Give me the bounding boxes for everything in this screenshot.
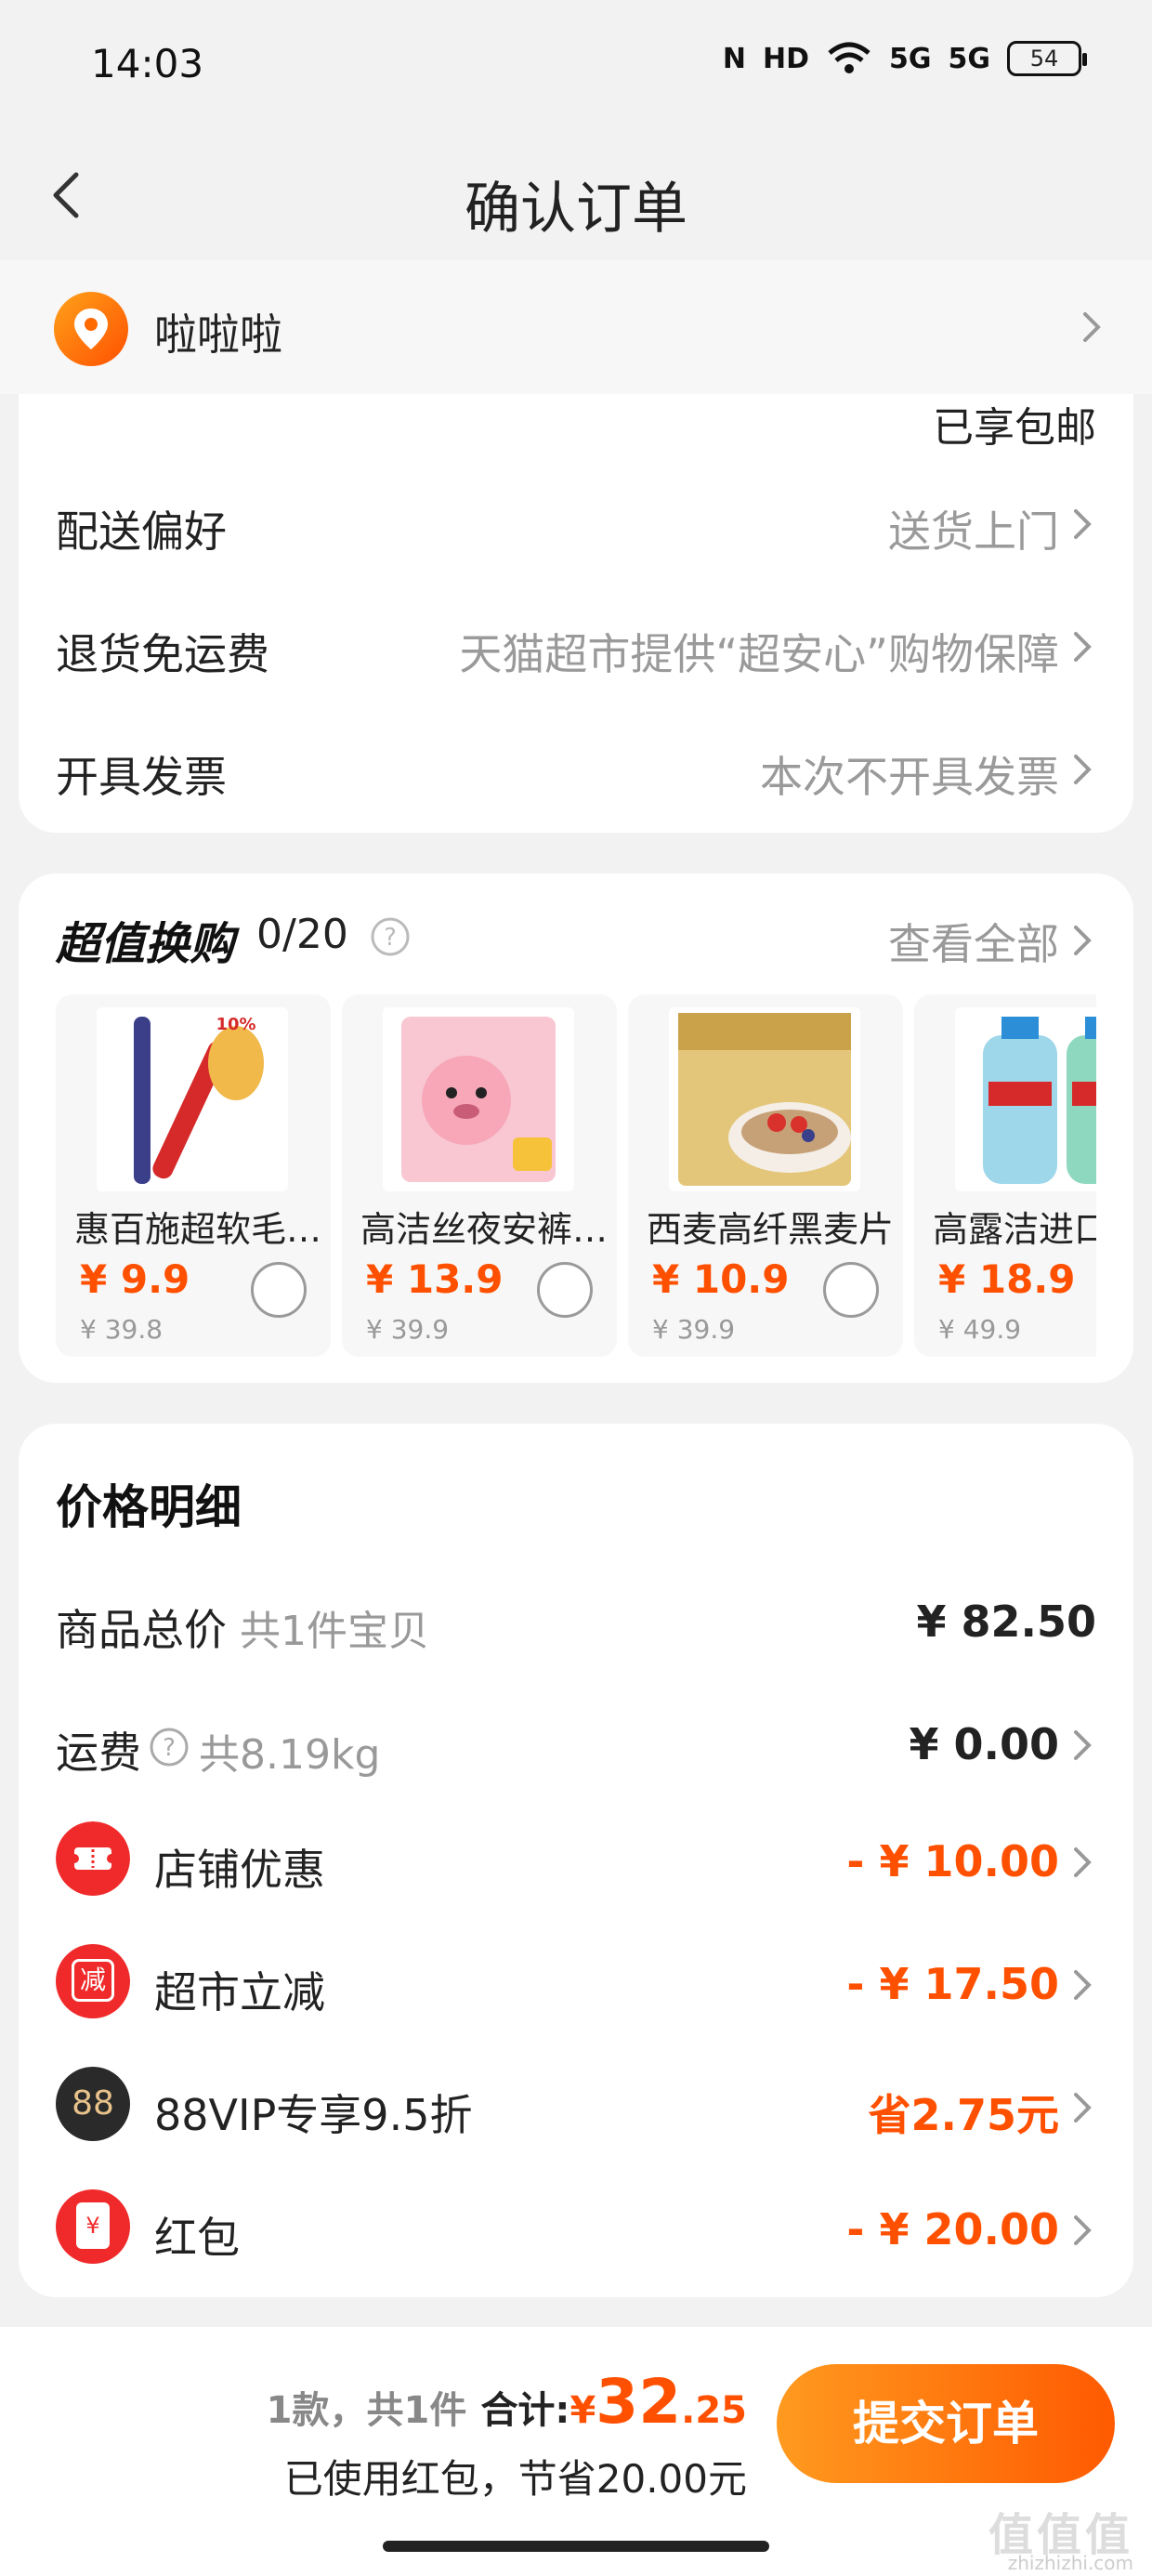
product-image: 10% [97, 1007, 288, 1191]
wifi-icon [828, 42, 871, 73]
total-integer: 32 [596, 2366, 682, 2438]
swap-product-list: 10% 惠百施超软毛牙刷 ¥ 9.9 ¥ 39.8 高洁丝夜安裤… ¥ 13.9… [56, 994, 1096, 1357]
discount-value: - ¥ 17.50 [846, 1959, 1059, 2009]
address-bar[interactable]: 啦啦啦 [0, 260, 1152, 394]
row-label: 开具发票 [56, 752, 227, 802]
discount-value: - ¥ 10.00 [846, 1836, 1059, 1886]
discount-label: 88VIP专享9.5折 [154, 2090, 473, 2140]
chevron-right-icon [1074, 755, 1092, 784]
free-shipping-note: 已享包邮 [933, 404, 1096, 452]
discount-label: 红包 [154, 2213, 240, 2263]
saving-note: 已使用红包，节省20.00元 [283, 2456, 747, 2502]
help-icon[interactable]: ? [370, 916, 411, 957]
product-image [669, 1007, 860, 1191]
home-indicator[interactable] [383, 2541, 769, 2552]
swap-product-card[interactable]: 高露洁进口漱口水 ¥ 18.9 ¥ 49.9 [914, 994, 1096, 1357]
ticket-icon [56, 1821, 130, 1896]
view-all-link[interactable]: 查看全部 [888, 911, 1059, 972]
swap-product-card[interactable]: 10% 惠百施超软毛牙刷 ¥ 9.9 ¥ 39.8 [56, 994, 331, 1357]
signal-5g-icon-1: 5G [889, 42, 932, 75]
total-decimal: .25 [681, 2389, 747, 2432]
price-details-card: 价格明细 商品总价 共1件宝贝 ¥ 82.50 运费 ? 共8.19kg ¥ 0.… [19, 1424, 1133, 2297]
red-packet-icon: ¥ [56, 2189, 130, 2264]
discount-value: - ¥ 20.00 [846, 2204, 1059, 2254]
product-name: 高露洁进口漱口水 [933, 1209, 1096, 1250]
svg-text:10%: 10% [216, 1015, 255, 1034]
product-price: ¥ 9.9 [80, 1256, 190, 1302]
select-radio[interactable] [537, 1262, 593, 1318]
row-value: 本次不开具发票 [760, 752, 1059, 802]
page-title: 确认订单 [465, 177, 687, 242]
shipping-fee-value: ¥ 0.00 [909, 1719, 1059, 1769]
product-price: ¥ 10.9 [652, 1256, 790, 1302]
hd-icon: HD [762, 42, 809, 75]
order-summary-line: 1款，共1件 合计:¥32.25 [267, 2366, 747, 2438]
chevron-right-icon [1074, 632, 1092, 662]
item-count: 共1件宝贝 [240, 1608, 429, 1655]
swap-title: 超值换购 [56, 918, 235, 970]
select-radio[interactable] [251, 1262, 307, 1318]
chevron-right-icon [1074, 509, 1092, 539]
signal-5g-icon-2: 5G [948, 42, 991, 75]
watermark-url: zhizhizhi.com [1007, 2552, 1133, 2574]
product-name: 西麦高纤黑麦片 [647, 1209, 895, 1250]
battery-icon: 54 [1007, 41, 1087, 76]
product-name: 惠百施超软毛牙刷 [74, 1209, 325, 1250]
select-radio[interactable] [823, 1262, 879, 1318]
submit-order-button[interactable]: 提交订单 [777, 2364, 1115, 2483]
price-details-title: 价格明细 [56, 1480, 242, 1534]
reduce-icon: 减 [56, 1944, 130, 2018]
svg-text:?: ? [384, 924, 397, 952]
swap-deals-card: 超值换购 0/20 ? 查看全部 10% 惠百施超软毛牙刷 ¥ 9.9 ¥ 39… [19, 874, 1133, 1383]
product-original-price: ¥ 39.8 [80, 1314, 164, 1345]
row-label: 配送偏好 [56, 506, 227, 557]
nfc-icon: N [722, 42, 746, 75]
red-packet-icon-text: ¥ [76, 2202, 110, 2249]
chevron-right-icon [1074, 1730, 1092, 1760]
swap-product-card[interactable]: 高洁丝夜安裤… ¥ 13.9 ¥ 39.9 [342, 994, 617, 1357]
chevron-right-icon [1083, 312, 1101, 342]
row-value: 送货上门 [888, 506, 1059, 557]
product-original-price: ¥ 39.9 [652, 1314, 736, 1345]
delivery-options-card: 已享包邮 配送偏好 送货上门 退货免运费 天猫超市提供“超安心”购物保障 开具发… [19, 394, 1133, 833]
shipping-weight: 共8.19kg [199, 1731, 381, 1779]
svg-text:?: ? [163, 1734, 176, 1762]
status-time: 14:03 [91, 41, 204, 86]
nav-bar: 确认订单 [0, 130, 1152, 260]
status-bar: 14:03 N HD 5G 5G 54 [0, 0, 1152, 130]
product-price: ¥ 18.9 [938, 1256, 1076, 1302]
location-pin-icon [54, 292, 128, 366]
address-name: 啦啦啦 [154, 309, 282, 360]
chevron-right-icon [1074, 1847, 1092, 1877]
chevron-right-icon [1074, 926, 1092, 955]
product-image [383, 1007, 574, 1191]
product-price: ¥ 13.9 [366, 1256, 504, 1302]
reduce-icon-text: 减 [72, 1959, 114, 2002]
discount-value: 省2.75元 [868, 2090, 1060, 2140]
product-original-price: ¥ 39.9 [366, 1314, 450, 1345]
discount-label: 店铺优惠 [154, 1845, 325, 1895]
shipping-label: 运费 [56, 1728, 141, 1778]
product-name: 高洁丝夜安裤… [360, 1209, 609, 1250]
chevron-right-icon [1074, 2215, 1092, 2245]
discount-label: 超市立减 [154, 1967, 325, 2017]
subtotal-label-text: 商品总价 [56, 1605, 227, 1655]
chevron-right-icon [1074, 2093, 1092, 2123]
product-image [955, 1007, 1096, 1191]
total-currency: ¥ [569, 2389, 596, 2432]
product-original-price: ¥ 49.9 [938, 1314, 1022, 1345]
subtotal-label: 商品总价 共1件宝贝 [56, 1597, 429, 1658]
item-count-summary: 1款，共1件 [266, 2389, 467, 2432]
subtotal-value: ¥ 82.50 [916, 1597, 1096, 1647]
vip88-icon: 88 [56, 2067, 130, 2141]
help-icon[interactable]: ? [149, 1727, 190, 1768]
chevron-right-icon [1074, 1970, 1092, 2000]
total-label: 合计: [480, 2389, 570, 2432]
swap-product-card[interactable]: 西麦高纤黑麦片 ¥ 10.9 ¥ 39.9 [628, 994, 903, 1357]
row-value: 天猫超市提供“超安心”购物保障 [459, 629, 1059, 679]
status-icons: N HD 5G 5G 54 [722, 41, 1087, 76]
row-label: 退货免运费 [56, 629, 269, 679]
checkout-footer: 1款，共1件 合计:¥32.25 已使用红包，节省20.00元 提交订单 值值值… [0, 2327, 1152, 2576]
swap-count: 0/20 [256, 911, 348, 958]
